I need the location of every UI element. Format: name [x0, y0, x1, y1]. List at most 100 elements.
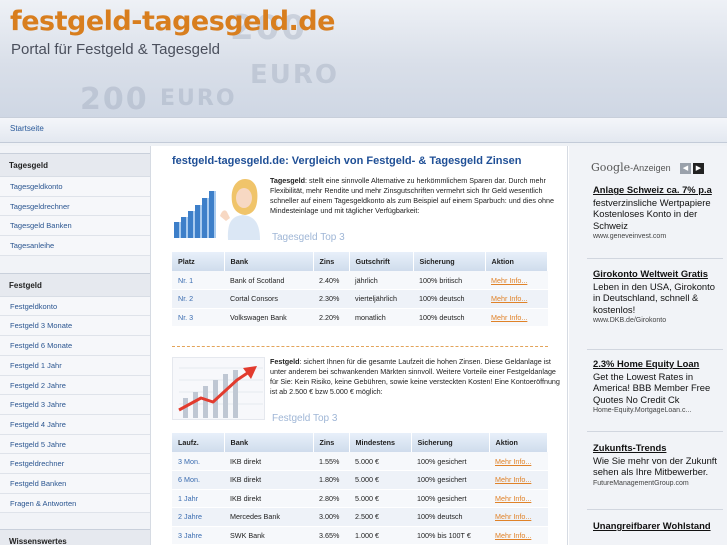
more-info-link[interactable]: Mehr Info... — [489, 526, 548, 545]
sidebar-item-festgeld-3-monate[interactable]: Festgeld 3 Monate — [0, 316, 150, 337]
more-info-link[interactable]: Mehr Info... — [489, 452, 548, 471]
ad-item[interactable]: 2.3% Home Equity Loan Get the Lowest Rat… — [593, 358, 723, 416]
ad-url[interactable]: FutureManagementGroup.com — [593, 479, 723, 489]
table-row: 1 Jahr IKB direkt 2.80% 5.000 € 100% ges… — [172, 489, 548, 508]
ad-title[interactable]: 2.3% Home Equity Loan — [593, 358, 723, 370]
cell-security: 100% deutsch — [413, 289, 485, 309]
cell-credit: monatlich — [349, 308, 413, 327]
cell-credit: jährlich — [349, 271, 413, 290]
cell-rate: 1.80% — [313, 470, 349, 490]
cell-rate: 2.40% — [313, 271, 349, 290]
cell-rate: 3.00% — [313, 507, 349, 527]
cell-rate: 2.80% — [313, 489, 349, 508]
prev-ads-icon[interactable]: ◀ — [680, 163, 691, 174]
sidebar-item-festgeld-banken[interactable]: Festgeld Banken — [0, 473, 150, 494]
column-header: Aktion — [485, 252, 548, 271]
ad-title[interactable]: Zukunfts-Trends — [593, 442, 723, 454]
festgeld-intro-text: : sichert Ihnen für die gesamte Laufzeit… — [270, 357, 560, 396]
cell-security: 100% gesichert — [411, 470, 489, 490]
sidebar-item-festgeld-2-jahre[interactable]: Festgeld 2 Jahre — [0, 375, 150, 396]
sidebar-item-festgeld-1-jahr[interactable]: Festgeld 1 Jahr — [0, 355, 150, 376]
ad-url[interactable]: www.DKB.de/Girokonto — [593, 316, 723, 326]
sidebar-item-tagesgeldrechner[interactable]: Tagesgeldrechner — [0, 196, 150, 217]
column-header: Zins — [313, 252, 350, 271]
ad-title[interactable]: Girokonto Weltweit Gratis — [593, 268, 723, 280]
main-content: festgeld-tagesgeld.de: Vergleich von Fes… — [150, 146, 568, 545]
ad-item[interactable]: Anlage Schweiz ca. 7% p.a festverzinslic… — [593, 184, 723, 242]
column-header: Bank — [224, 252, 314, 271]
sidebar-item-festgeld-3-jahre[interactable]: Festgeld 3 Jahre — [0, 395, 150, 415]
sidebar-item-tagesgeld-banken[interactable]: Tagesgeld Banken — [0, 216, 150, 237]
table-row: Nr. 1 Bank of Scotland 2.40% jährlich 10… — [172, 271, 548, 290]
cell-rank: Nr. 2 — [172, 289, 224, 309]
festgeld-table: Laufz. Bank Zins Mindestens Sicherung Ak… — [172, 433, 548, 545]
home-link[interactable]: Startseite — [10, 124, 44, 133]
cell-minimum: 2.500 € — [349, 507, 411, 527]
sidebar-item-fragen-antworten[interactable]: Fragen & Antworten — [0, 493, 150, 514]
festgeld-intro: Festgeld: sichert Ihnen für die gesamte … — [270, 357, 562, 397]
ad-title[interactable]: Unangreifbarer Wohlstand — [593, 520, 723, 532]
cell-minimum: 5.000 € — [349, 470, 411, 490]
cell-rate: 2.30% — [313, 289, 349, 309]
column-header: Platz — [172, 252, 225, 271]
cell-bank: IKB direkt — [224, 489, 313, 508]
cell-term: 6 Mon. — [172, 470, 224, 490]
cell-rate: 2.20% — [313, 308, 349, 327]
ad-item[interactable]: Girokonto Weltweit Gratis Leben in den U… — [593, 268, 723, 326]
table-header-row: Laufz. Bank Zins Mindestens Sicherung Ak… — [172, 433, 548, 452]
sidebar-section-tagesgeld: Tagesgeld — [0, 153, 150, 177]
more-info-link[interactable]: Mehr Info... — [485, 289, 548, 309]
tagesgeld-intro: Tagesgeld: stellt eine sinnvolle Alterna… — [270, 176, 562, 216]
ad-title[interactable]: Anlage Schweiz ca. 7% p.a — [593, 184, 723, 196]
sidebar-item-tagesanleihe[interactable]: Tagesanleihe — [0, 236, 150, 256]
cell-bank: Mercedes Bank — [224, 507, 313, 527]
ad-item[interactable]: Zukunfts-Trends Wie Sie mehr von der Zuk… — [593, 442, 723, 489]
table-row: 3 Jahre SWK Bank 3.65% 1.000 € 100% bis … — [172, 526, 548, 545]
banknote-text: 200 — [80, 82, 149, 117]
tagesgeld-top3-title: Tagesgeld Top 3 — [272, 232, 345, 243]
page-title: festgeld-tagesgeld.de: Vergleich von Fes… — [172, 155, 522, 167]
tagesgeld-illustration — [172, 176, 265, 240]
more-info-link[interactable]: Mehr Info... — [485, 271, 548, 290]
ad-separator — [587, 431, 723, 432]
more-info-link[interactable]: Mehr Info... — [489, 470, 548, 490]
more-info-link[interactable]: Mehr Info... — [485, 308, 548, 327]
sidebar-item-festgeld-6-monate[interactable]: Festgeld 6 Monate — [0, 336, 150, 356]
sidebar-item-tagesgeldkonto[interactable]: Tagesgeldkonto — [0, 177, 150, 197]
column-header: Bank — [224, 433, 314, 452]
cell-minimum: 5.000 € — [349, 452, 411, 471]
ads-label[interactable]: Google-Anzeigen — [591, 161, 671, 174]
cell-term: 1 Jahr — [172, 489, 224, 508]
column-header: Mindestens — [349, 433, 412, 452]
next-ads-icon[interactable]: ▶ — [693, 163, 704, 174]
ad-url[interactable]: Home-Equity.MortgageLoan.c... — [593, 406, 723, 416]
cell-rate: 1.55% — [313, 452, 349, 471]
column-header: Sicherung — [411, 433, 490, 452]
section-divider — [172, 346, 548, 347]
cell-bank: Bank of Scotland — [224, 271, 313, 290]
cell-rank: Nr. 3 — [172, 308, 224, 327]
ad-item[interactable]: Unangreifbarer Wohlstand — [593, 520, 723, 532]
cell-bank: Cortal Consors — [224, 289, 313, 309]
column-header: Gutschrift — [349, 252, 414, 271]
ad-sidebar: Google-Anzeigen ◀ ▶ Anlage Schweiz ca. 7… — [569, 146, 727, 545]
cell-bank: IKB direkt — [224, 452, 313, 471]
sidebar-item-festgeld-4-jahre[interactable]: Festgeld 4 Jahre — [0, 414, 150, 435]
sidebar-item-festgeldrechner[interactable]: Festgeldrechner — [0, 454, 150, 474]
table-row: 6 Mon. IKB direkt 1.80% 5.000 € 100% ges… — [172, 470, 548, 490]
cell-bank: IKB direkt — [224, 470, 313, 490]
sidebar-section-festgeld: Festgeld — [0, 272, 150, 297]
more-info-link[interactable]: Mehr Info... — [489, 489, 548, 508]
site-logo-title[interactable]: festgeld-tagesgeld.de — [10, 6, 335, 37]
site-subtitle: Portal für Festgeld & Tagesgeld — [11, 41, 221, 58]
column-header: Zins — [313, 433, 350, 452]
ads-label-text: -Anzeigen — [630, 163, 671, 173]
more-info-link[interactable]: Mehr Info... — [489, 507, 548, 527]
cell-bank: Volkswagen Bank — [224, 308, 313, 327]
cell-security: 100% gesichert — [411, 489, 489, 508]
column-header: Laufz. — [172, 433, 225, 452]
ad-url[interactable]: www.geneveinvest.com — [593, 232, 723, 242]
sidebar-item-festgeldkonto[interactable]: Festgeldkonto — [0, 296, 150, 317]
sidebar-section-wissenswertes: Wissenswertes — [0, 529, 150, 545]
sidebar-item-festgeld-5-jahre[interactable]: Festgeld 5 Jahre — [0, 434, 150, 455]
